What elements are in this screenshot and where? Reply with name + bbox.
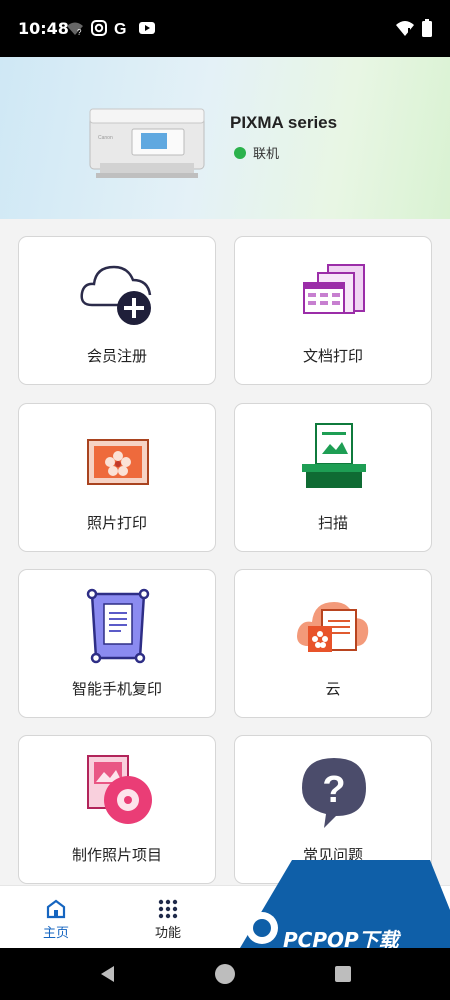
- grid-icon: [158, 899, 178, 919]
- smartphone-copy-icon: [86, 588, 150, 664]
- printer-status-text: 联机: [253, 146, 280, 161]
- tile-cloud[interactable]: 云: [234, 569, 432, 718]
- tile-scan[interactable]: 扫描: [234, 403, 432, 552]
- tile-label: 扫描: [317, 514, 348, 532]
- tile-label: 制作照片项目: [71, 846, 162, 864]
- tile-label: 云: [325, 680, 341, 698]
- system-nav-bar: [0, 948, 450, 1000]
- google-icon: G: [114, 21, 126, 37]
- youtube-icon: [139, 22, 155, 34]
- instagram-icon: [91, 20, 107, 36]
- nav-home[interactable]: 主页: [0, 886, 112, 949]
- faq-icon: ?: [302, 758, 366, 828]
- nav-home-label: 主页: [42, 926, 69, 941]
- document-print-icon: [303, 264, 365, 314]
- cloud-icon: [297, 602, 369, 652]
- home-button-icon[interactable]: [214, 963, 236, 985]
- tile-label: 照片打印: [86, 514, 147, 532]
- status-time: 10:48: [18, 19, 69, 38]
- tile-member-registration[interactable]: 会员注册: [18, 236, 216, 385]
- tile-smartphone-copy[interactable]: 智能手机复印: [18, 569, 216, 718]
- tile-photo-print[interactable]: 照片打印: [18, 403, 216, 552]
- status-bar: 10:48 ? G: [0, 0, 450, 57]
- back-icon[interactable]: [98, 964, 118, 984]
- printer-image: Canon: [89, 108, 205, 178]
- home-icon: [46, 899, 66, 919]
- tile-label: 文档打印: [302, 347, 363, 365]
- printer-header[interactable]: Canon PIXMA series 联机: [0, 57, 450, 219]
- tile-label: 会员注册: [86, 347, 147, 365]
- svg-text:?: ?: [322, 769, 345, 811]
- printer-model: PIXMA series: [230, 113, 338, 132]
- wifi-question-icon: ?: [67, 22, 83, 37]
- photo-project-icon: [87, 755, 152, 824]
- battery-icon: [422, 19, 432, 37]
- cloud-plus-icon: [80, 265, 152, 325]
- svg-text:Canon: Canon: [98, 135, 113, 141]
- printer-status: 联机: [234, 143, 279, 162]
- tile-photo-project[interactable]: 制作照片项目: [18, 735, 216, 884]
- nav-functions[interactable]: 功能: [112, 886, 224, 949]
- tile-document-print[interactable]: 文档打印: [234, 236, 432, 385]
- status-dot-icon: [234, 146, 246, 159]
- svg-text:G: G: [114, 21, 126, 37]
- wifi-icon: [396, 21, 414, 36]
- tile-label: 智能手机复印: [71, 680, 162, 698]
- recents-icon[interactable]: [334, 965, 352, 983]
- scan-icon: [302, 423, 366, 488]
- svg-text:?: ?: [77, 28, 82, 37]
- photo-print-icon: [87, 439, 149, 485]
- nav-functions-label: 功能: [154, 926, 181, 941]
